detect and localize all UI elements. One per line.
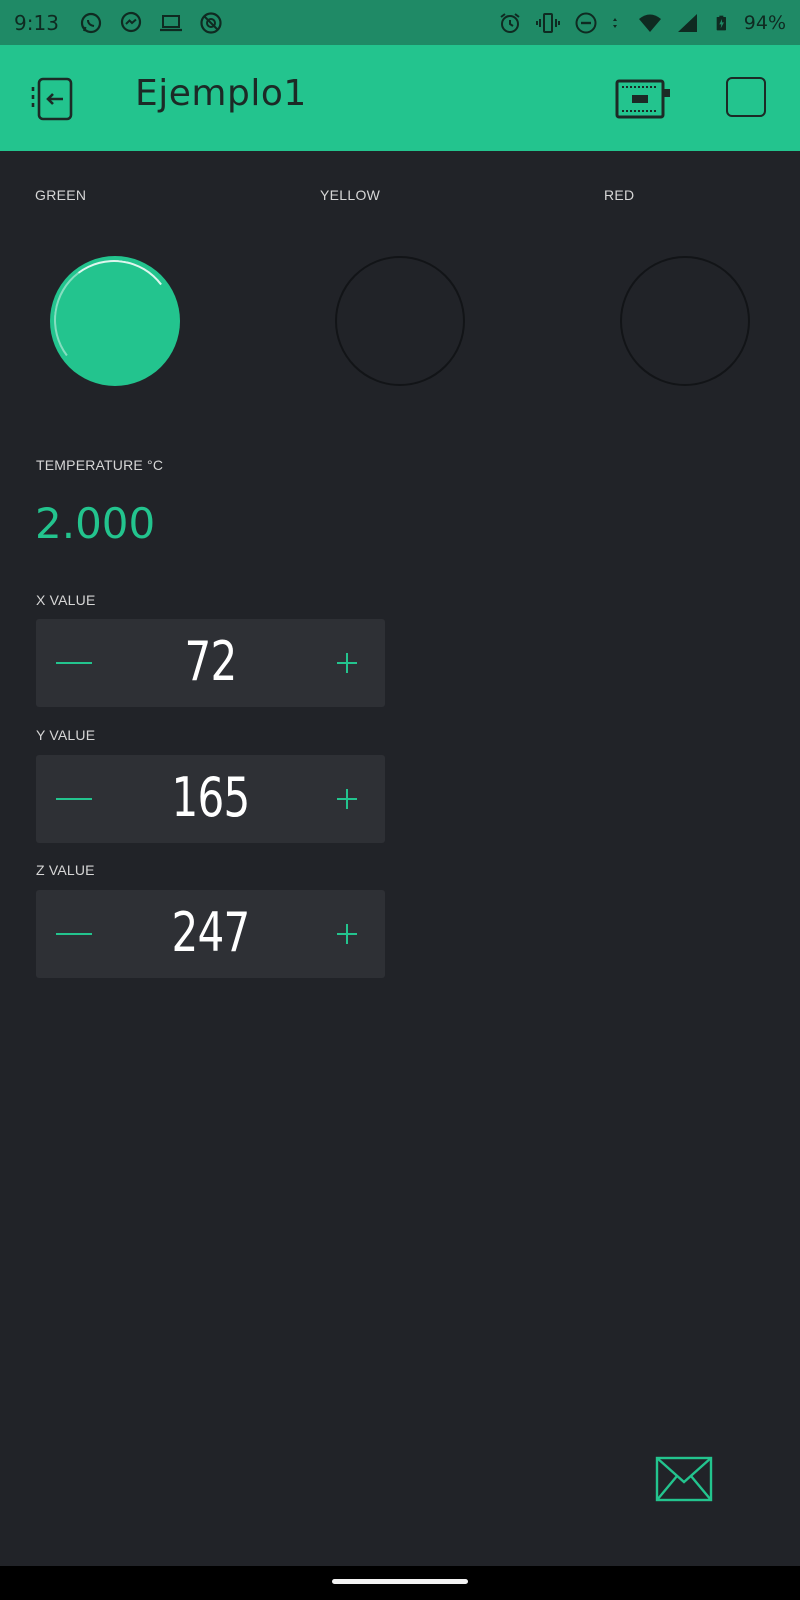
- y-value: 165: [171, 766, 250, 829]
- z-value: 247: [171, 901, 250, 964]
- no-location-icon: [200, 11, 222, 34]
- led-red: [620, 256, 750, 386]
- wifi-icon: [638, 14, 661, 32]
- led-yellow-label: YELLOW: [320, 187, 381, 203]
- z-value-label: Z VALUE: [36, 862, 95, 878]
- messenger-icon: [120, 11, 142, 32]
- nav-bar: [0, 1566, 800, 1600]
- y-value-label: Y VALUE: [36, 727, 96, 743]
- minus-icon[interactable]: [54, 779, 94, 819]
- led-green: [46, 252, 182, 388]
- page-title: Ejemplo1: [135, 73, 307, 114]
- envelope-icon[interactable]: [655, 1456, 713, 1502]
- x-value-stepper: 72: [36, 619, 385, 707]
- status-notification-icons: [79, 11, 223, 35]
- signal-icon: [677, 13, 697, 32]
- home-gesture-handle[interactable]: [332, 1579, 468, 1584]
- x-value-label: X VALUE: [36, 592, 96, 608]
- minus-icon[interactable]: [54, 914, 94, 954]
- vibrate-icon: [535, 12, 560, 33]
- y-value-stepper: 165: [36, 755, 385, 843]
- plus-icon[interactable]: [327, 914, 367, 954]
- do-not-disturb-icon: [575, 12, 597, 33]
- data-arrows-icon: [612, 17, 617, 28]
- led-yellow: [335, 256, 465, 386]
- dashboard: GREEN YELLOW RED TEMPERATURE °C 2.000 X …: [0, 151, 800, 1566]
- exit-icon[interactable]: [30, 75, 78, 123]
- device-board-icon[interactable]: [615, 77, 671, 121]
- led-green-label: GREEN: [35, 187, 87, 203]
- temperature-value: 2.000: [35, 499, 156, 548]
- temperature-label: TEMPERATURE °C: [36, 457, 164, 473]
- laptop-icon: [159, 14, 182, 31]
- minus-icon[interactable]: [54, 643, 94, 683]
- battery-percent: 94%: [743, 11, 786, 34]
- whatsapp-icon: [80, 12, 102, 33]
- led-shine: [46, 252, 182, 388]
- stop-square-icon[interactable]: [726, 77, 766, 117]
- app-bar: Ejemplo1: [0, 45, 800, 151]
- battery-charging-icon: [716, 15, 726, 30]
- led-red-label: RED: [604, 187, 635, 203]
- status-system-icons: 94%: [498, 11, 786, 35]
- plus-icon[interactable]: [327, 643, 367, 683]
- z-value-stepper: 247: [36, 890, 385, 978]
- status-bar: 9:13 94%: [0, 0, 800, 45]
- alarm-icon: [500, 12, 520, 33]
- x-value: 72: [184, 630, 237, 693]
- plus-icon[interactable]: [327, 779, 367, 819]
- status-time: 9:13: [14, 10, 59, 35]
